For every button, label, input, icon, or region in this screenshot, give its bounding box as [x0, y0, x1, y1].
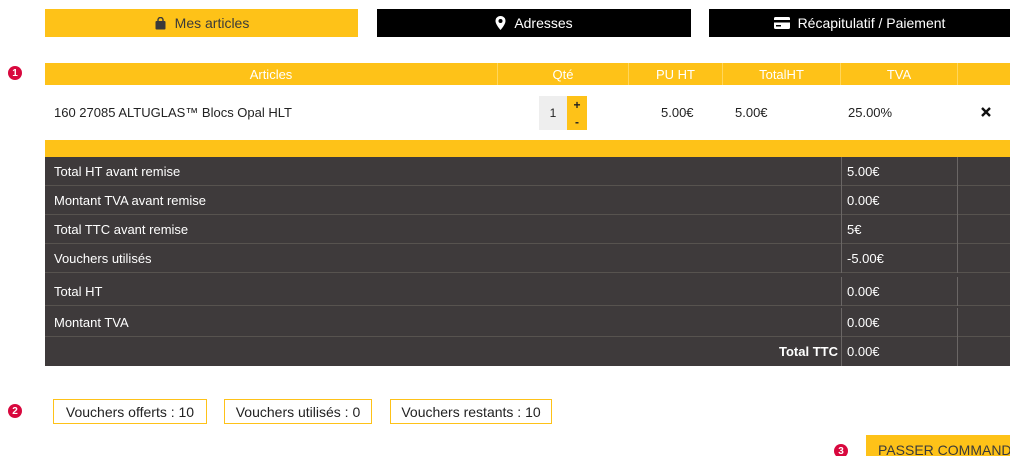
- vouchers-used: Vouchers utilisés : 0: [224, 399, 372, 424]
- totals-row: Total HT avant remise 5.00€: [45, 157, 1010, 186]
- item-total-ht: 5.00€: [735, 105, 768, 120]
- item-tva: 25.00%: [848, 105, 893, 120]
- header-qty: Qté: [498, 63, 629, 85]
- step-tab-payment[interactable]: Récapitulatif / Paiement: [709, 9, 1010, 37]
- totals-label: Total TTC avant remise: [54, 222, 189, 237]
- place-order-button[interactable]: PASSER COMMANDE: [866, 435, 1010, 456]
- grand-total-label: Total TTC: [779, 344, 838, 359]
- totals-row: Montant TVA 0.00€: [45, 308, 1010, 337]
- totals-label: Montant TVA avant remise: [54, 193, 206, 208]
- header-articles: Articles: [45, 63, 498, 85]
- header-tva: TVA: [841, 63, 958, 85]
- credit-card-icon: [773, 17, 790, 29]
- totals-row: Total HT 0.00€: [45, 277, 1010, 306]
- quantity-decrease-button[interactable]: -: [567, 113, 587, 130]
- step-label: Adresses: [514, 15, 573, 31]
- totals-row: Total TTC avant remise 5€: [45, 215, 1010, 244]
- item-name: 160 27085 ALTUGLAS™ Blocs Opal HLT: [54, 105, 292, 120]
- totals-row: Montant TVA avant remise 0.00€: [45, 186, 1010, 215]
- quantity-value[interactable]: 1: [539, 96, 567, 130]
- step-label: Mes articles: [174, 15, 250, 31]
- header-total-ht: TotalHT: [723, 63, 841, 85]
- remove-item-button[interactable]: [975, 86, 997, 139]
- table-row: 160 27085 ALTUGLAS™ Blocs Opal HLT 1 + -…: [45, 86, 1010, 139]
- quantity-increase-button[interactable]: +: [567, 96, 587, 113]
- header-pu-ht: PU HT: [629, 63, 723, 85]
- marker-1: 1: [8, 66, 22, 80]
- vouchers-remaining: Vouchers restants : 10: [390, 399, 552, 424]
- item-unit-price: 5.00€: [661, 105, 694, 120]
- totals-label: Total HT: [54, 284, 103, 299]
- marker-2: 2: [8, 404, 22, 418]
- map-pin-icon: [495, 16, 506, 30]
- vouchers-offered: Vouchers offerts : 10: [53, 399, 207, 424]
- totals-row: Vouchers utilisés -5.00€: [45, 244, 1010, 273]
- close-icon: [981, 105, 991, 120]
- totals-value: -5.00€: [841, 244, 958, 273]
- totals-label: Total HT avant remise: [54, 164, 181, 179]
- step-tab-addresses[interactable]: Adresses: [377, 9, 691, 37]
- totals-label: Montant TVA: [54, 315, 129, 330]
- totals-value: 0.00€: [841, 277, 958, 306]
- step-label: Récapitulatif / Paiement: [797, 15, 946, 31]
- marker-3: 3: [834, 444, 848, 456]
- separator-bar: [45, 140, 1010, 157]
- totals-value: 0.00€: [841, 186, 958, 215]
- totals-table: Total HT avant remise 5.00€ Montant TVA …: [45, 157, 1010, 366]
- totals-label: Vouchers utilisés: [54, 251, 152, 266]
- grand-total-value: 0.00€: [841, 337, 958, 366]
- header-actions: [958, 63, 1010, 85]
- totals-value: 0.00€: [841, 308, 958, 337]
- totals-row-grand: Total TTC 0.00€: [45, 337, 1010, 366]
- table-header: Articles Qté PU HT TotalHT TVA: [45, 63, 1010, 85]
- totals-value: 5.00€: [841, 157, 958, 186]
- step-tab-articles[interactable]: Mes articles: [45, 9, 358, 37]
- totals-value: 5€: [841, 215, 958, 244]
- shopping-bag-icon: [154, 16, 167, 30]
